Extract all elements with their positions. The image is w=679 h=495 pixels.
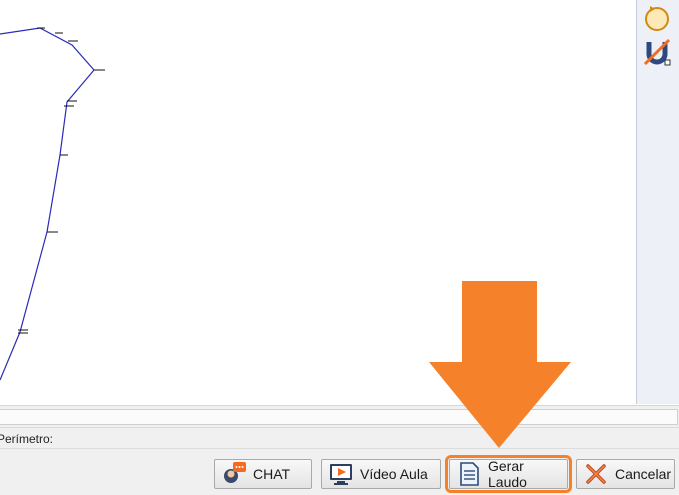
cancel-button[interactable]: Cancelar — [576, 459, 675, 489]
scrollbar-track[interactable] — [0, 409, 678, 425]
button-bar: CHAT Vídeo Aula Gerar Laudo Cancelar — [0, 449, 679, 495]
video-lesson-label: Vídeo Aula — [360, 466, 428, 482]
rotate-tool-button[interactable] — [641, 2, 673, 34]
cancel-button-label: Cancelar — [615, 466, 672, 482]
chat-button-label: CHAT — [253, 466, 291, 482]
drawing-canvas[interactable] — [0, 0, 636, 404]
side-toolbar — [636, 0, 679, 404]
chat-button[interactable]: CHAT — [214, 459, 312, 489]
horizontal-scrollbar[interactable] — [0, 405, 679, 427]
generate-report-button[interactable]: Gerar Laudo — [445, 455, 572, 493]
magnet-tool-button[interactable] — [641, 36, 673, 68]
video-play-icon — [328, 461, 354, 487]
document-icon — [456, 461, 482, 487]
status-bar: Perímetro: — [0, 427, 679, 449]
vertex-ticks — [18, 27, 105, 334]
rotate-circle-icon — [645, 6, 669, 31]
perimeter-label: Perímetro: — [0, 432, 54, 446]
magnet-off-icon — [643, 38, 671, 66]
chat-support-icon — [221, 461, 247, 487]
polyline-drawing — [0, 27, 105, 381]
generate-report-label: Gerar Laudo — [488, 458, 527, 490]
video-lesson-button[interactable]: Vídeo Aula — [321, 459, 441, 489]
close-icon — [583, 461, 609, 487]
property-outline — [0, 27, 95, 381]
